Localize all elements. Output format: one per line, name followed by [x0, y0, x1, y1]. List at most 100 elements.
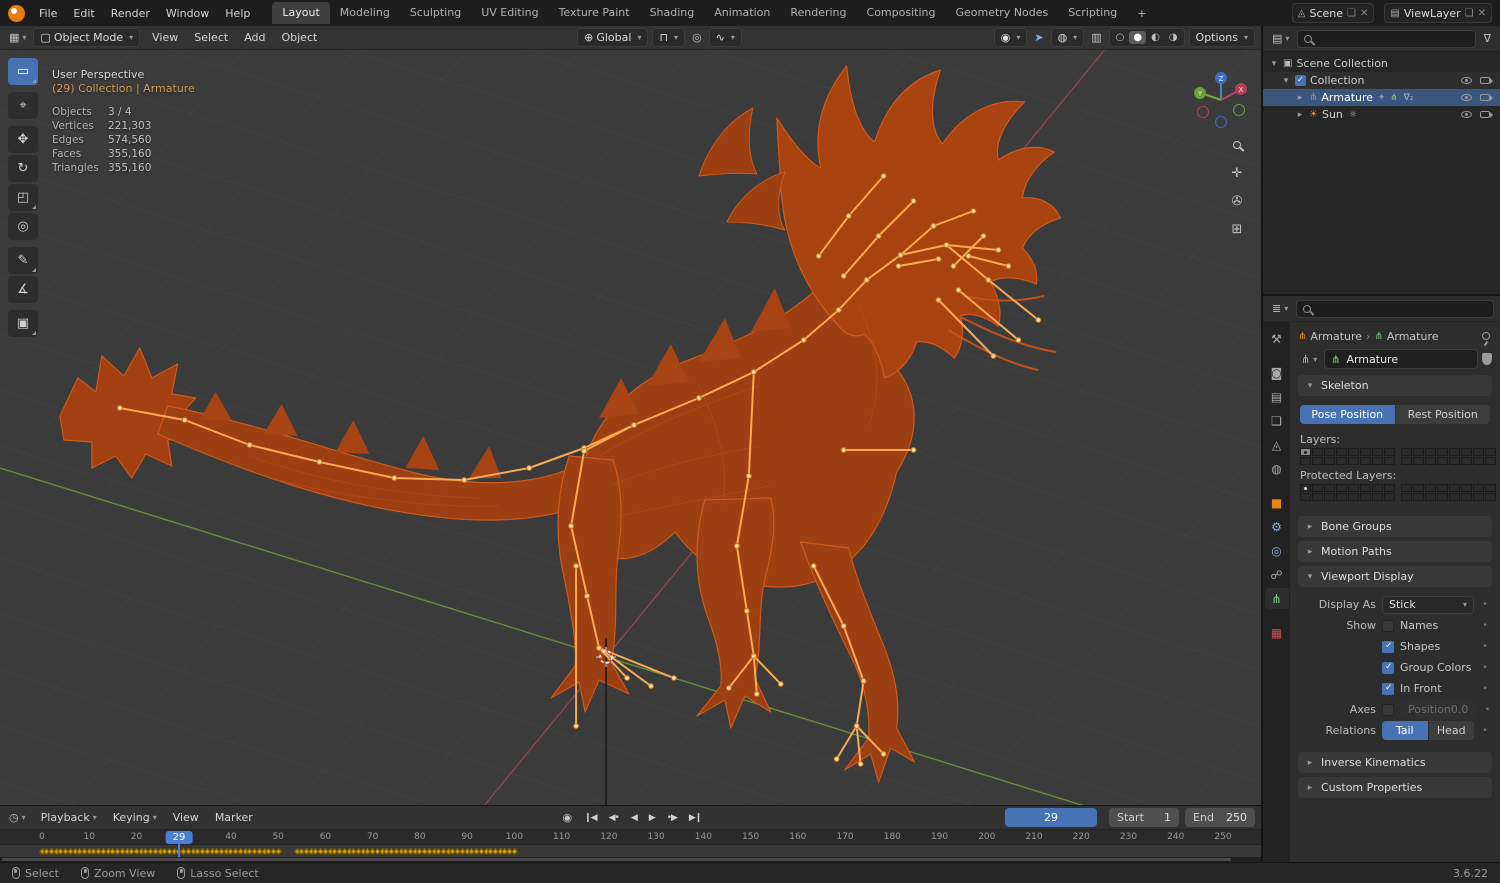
workspace-tab-texture-paint[interactable]: Texture Paint	[549, 2, 640, 24]
armature-browse-icon[interactable]: ⋔ ▾	[1298, 351, 1320, 368]
shading-solid-button[interactable]: ●	[1129, 31, 1147, 44]
falloff-dropdown[interactable]: ∿ ▾	[708, 28, 742, 47]
view-layer-tab[interactable]: ❏	[1265, 410, 1289, 431]
layer-cell[interactable]	[1485, 457, 1496, 465]
zoom-icon[interactable]	[1228, 136, 1246, 154]
shading-material-button[interactable]: ◐	[1147, 31, 1164, 44]
checkbox-group-colors[interactable]: Group Colors	[1382, 661, 1474, 674]
disable-render-icon[interactable]	[1480, 94, 1493, 101]
physics-tab[interactable]: ◎	[1265, 540, 1289, 561]
anim-dot[interactable]: •	[1480, 726, 1490, 736]
workspace-tab-animation[interactable]: Animation	[704, 2, 780, 24]
properties-editor-icon[interactable]: ≣ ▾	[1269, 300, 1291, 317]
collapse-icon[interactable]: ▾	[1269, 59, 1279, 69]
layer-cell[interactable]	[1473, 457, 1484, 465]
layer-cell[interactable]	[1384, 484, 1395, 492]
menu-file[interactable]: File	[31, 4, 65, 23]
viewport-menu-object[interactable]: Object	[273, 28, 325, 47]
menu-help[interactable]: Help	[217, 4, 258, 23]
layer-cell[interactable]	[1348, 448, 1359, 456]
datablock-name-field[interactable]: ⋔ Armature	[1324, 349, 1478, 369]
layer-cell[interactable]	[1336, 457, 1347, 465]
layer-cell[interactable]	[1312, 457, 1323, 465]
timeline-track-area[interactable]: 0102030405060708090100110120130140150160…	[0, 830, 1261, 862]
menu-render[interactable]: Render	[103, 4, 158, 23]
layer-cell[interactable]	[1425, 493, 1436, 501]
auto-keying-toggle[interactable]: ◉	[560, 809, 576, 826]
viewport-menu-view[interactable]: View	[144, 28, 186, 47]
dragon-hind-leg[interactable]	[550, 455, 630, 713]
workspace-tab-compositing[interactable]: Compositing	[857, 2, 946, 24]
layer-cell[interactable]	[1425, 484, 1436, 492]
workspace-tab-geometry-nodes[interactable]: Geometry Nodes	[945, 2, 1058, 24]
layer-cell[interactable]	[1401, 448, 1412, 456]
layer-cell[interactable]	[1312, 493, 1323, 501]
layer-cell[interactable]	[1473, 484, 1484, 492]
shading-rendered-button[interactable]: ◑	[1165, 31, 1182, 44]
timeline-scrollbar[interactable]	[0, 857, 1261, 862]
play-button[interactable]: ▶	[644, 811, 660, 825]
checkbox-in-front[interactable]: In Front	[1382, 682, 1474, 695]
layer-cell[interactable]	[1449, 457, 1460, 465]
skeleton-section-header[interactable]: ▾ Skeleton	[1298, 375, 1492, 396]
axes-checkbox[interactable]	[1382, 703, 1394, 716]
layer-cell[interactable]	[1360, 493, 1371, 501]
workspace-tab-uv-editing[interactable]: UV Editing	[471, 2, 548, 24]
layer-cell[interactable]	[1437, 484, 1448, 492]
anim-dot[interactable]: •	[1480, 621, 1490, 631]
layer-cell[interactable]	[1312, 484, 1323, 492]
keyframe-diamond[interactable]	[510, 847, 518, 856]
layer-cell[interactable]	[1348, 493, 1359, 501]
anim-dot[interactable]: •	[1482, 705, 1492, 715]
axis-y-neg-handle[interactable]	[1233, 104, 1245, 116]
jump-to-prev-keyframe-button[interactable]: ◀•	[604, 811, 624, 825]
dragon-tail[interactable]	[157, 405, 608, 521]
checkbox-shapes[interactable]: Shapes	[1382, 640, 1474, 653]
collapse-icon[interactable]: ▾	[1281, 76, 1291, 86]
world-tab[interactable]: ◍	[1265, 458, 1289, 479]
layer-cell[interactable]	[1360, 484, 1371, 492]
layer-cell[interactable]	[1449, 448, 1460, 456]
viewport-3d[interactable]: ▦ ▾ ▢ Object Mode ▾ View Select Add Object ⊕…	[0, 26, 1261, 805]
layer-cell[interactable]	[1461, 448, 1472, 456]
workspace-tab-modeling[interactable]: Modeling	[330, 2, 400, 24]
layer-cell[interactable]	[1324, 448, 1335, 456]
menu-edit[interactable]: Edit	[65, 4, 102, 23]
jump-to-next-keyframe-button[interactable]: •▶	[662, 811, 682, 825]
hide-eye-icon[interactable]	[1461, 77, 1472, 84]
layer-cell[interactable]	[1413, 448, 1424, 456]
layer-cell[interactable]	[1413, 484, 1424, 492]
close-scene-icon[interactable]: ✕	[1360, 8, 1368, 19]
head-button[interactable]: Head	[1427, 721, 1474, 740]
timeline-menu-view[interactable]: View	[165, 808, 207, 827]
mode-selector[interactable]: ▢ Object Mode ▾	[33, 28, 141, 47]
layer-cell[interactable]	[1437, 448, 1448, 456]
breadcrumb-data[interactable]: Armature	[1387, 330, 1439, 343]
overlays-dropdown[interactable]: ◍ ▾	[1050, 28, 1085, 47]
viewport-display-section-header[interactable]: ▾ Viewport Display	[1298, 566, 1492, 587]
move-tool[interactable]: ✥	[8, 126, 38, 153]
layer-cell[interactable]	[1348, 457, 1359, 465]
layer-cell[interactable]	[1300, 457, 1311, 465]
tail-button[interactable]: Tail	[1382, 721, 1428, 740]
anim-dot[interactable]: •	[1480, 663, 1490, 673]
xray-toggle[interactable]: ▥	[1088, 29, 1104, 46]
axes-position-slider[interactable]: Position 0.0	[1400, 700, 1477, 719]
layer-cell[interactable]	[1348, 484, 1359, 492]
timeline-editor-icon[interactable]: ◷ ▾	[6, 809, 29, 826]
pin-icon[interactable]	[1482, 332, 1490, 340]
anim-dot[interactable]: •	[1480, 642, 1490, 652]
constraints-tab[interactable]: ☍	[1265, 564, 1289, 585]
viewport-menu-select[interactable]: Select	[186, 28, 236, 47]
transform-orientation-dropdown[interactable]: ⊕ Global ▾	[577, 28, 649, 47]
layer-cell[interactable]	[1425, 448, 1436, 456]
layer-cell[interactable]	[1336, 493, 1347, 501]
frame-start-field[interactable]: Start 1	[1109, 808, 1180, 827]
layer-cell[interactable]	[1413, 457, 1424, 465]
layer-cell[interactable]	[1324, 457, 1335, 465]
layer-cell[interactable]	[1384, 448, 1395, 456]
layer-cell[interactable]	[1401, 484, 1412, 492]
disable-render-icon[interactable]	[1480, 111, 1493, 118]
jump-to-start-button[interactable]: ❙◀	[579, 811, 601, 825]
collection-checkbox[interactable]	[1295, 75, 1306, 86]
